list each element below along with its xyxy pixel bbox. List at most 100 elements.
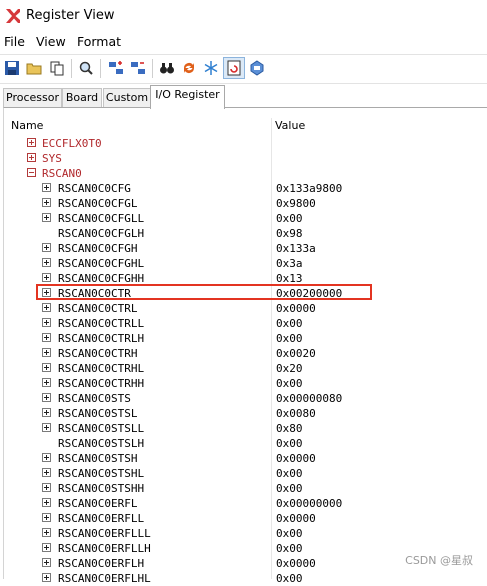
register-value[interactable]: 0x98 bbox=[276, 226, 303, 241]
expand-icon[interactable] bbox=[42, 213, 51, 222]
register-value[interactable]: 0x80 bbox=[276, 421, 303, 436]
menu-file[interactable]: File bbox=[4, 34, 25, 49]
save-icon[interactable] bbox=[2, 58, 22, 78]
realtime-icon[interactable] bbox=[223, 57, 245, 79]
register-value[interactable]: 0x00 bbox=[276, 436, 303, 451]
register-value[interactable]: 0x00 bbox=[276, 481, 303, 496]
tree-group[interactable]: SYS bbox=[4, 151, 487, 166]
register-value[interactable]: 0x0000 bbox=[276, 451, 316, 466]
expand-icon[interactable] bbox=[42, 243, 51, 252]
tree-group[interactable]: ECCFLX0T0 bbox=[4, 136, 487, 151]
register-row[interactable]: RSCAN0C0CFGH 0x133a bbox=[4, 241, 487, 256]
register-tree-panel[interactable]: Name Value ECCFLX0T0 SYS RSCAN0 RSCAN0C0… bbox=[3, 107, 487, 585]
column-header-name[interactable]: Name bbox=[11, 119, 43, 132]
register-row[interactable]: RSCAN0C0CTRL 0x0000 bbox=[4, 301, 487, 316]
expand-icon[interactable] bbox=[42, 363, 51, 372]
expand-icon[interactable] bbox=[42, 258, 51, 267]
binoculars-icon[interactable] bbox=[157, 58, 177, 78]
column-header-value[interactable]: Value bbox=[275, 119, 305, 132]
expand-icon[interactable] bbox=[42, 273, 51, 282]
register-row[interactable]: RSCAN0C0ERFLL 0x0000 bbox=[4, 511, 487, 526]
tab-board[interactable]: Board bbox=[62, 88, 102, 108]
register-value[interactable]: 0x0000 bbox=[276, 556, 316, 571]
tab-io-register[interactable]: I/O Register bbox=[150, 85, 225, 109]
register-value[interactable]: 0x00 bbox=[276, 526, 303, 541]
register-row[interactable]: RSCAN0C0STSLL 0x80 bbox=[4, 421, 487, 436]
register-value[interactable]: 0x00 bbox=[276, 541, 303, 556]
register-row[interactable]: RSCAN0C0CFGLL 0x00 bbox=[4, 211, 487, 226]
register-value[interactable]: 0x00 bbox=[276, 331, 303, 346]
register-row[interactable]: RSCAN0C0STSHL 0x00 bbox=[4, 466, 487, 481]
register-row[interactable]: RSCAN0C0STS 0x00000080 bbox=[4, 391, 487, 406]
snowflake-icon[interactable] bbox=[201, 58, 221, 78]
register-row[interactable]: RSCAN0C0ERFLLL 0x00 bbox=[4, 526, 487, 541]
register-row[interactable]: RSCAN0C0STSH 0x0000 bbox=[4, 451, 487, 466]
remove-register-icon[interactable] bbox=[128, 58, 148, 78]
register-row[interactable]: RSCAN0C0CFGLH 0x98 bbox=[4, 226, 487, 241]
register-row[interactable]: RSCAN0C0CTRHH 0x00 bbox=[4, 376, 487, 391]
expand-icon[interactable] bbox=[42, 198, 51, 207]
options-icon[interactable] bbox=[247, 58, 267, 78]
menu-format[interactable]: Format bbox=[77, 34, 121, 49]
expand-icon[interactable] bbox=[42, 303, 51, 312]
register-name: RSCAN0C0CFGL bbox=[58, 197, 138, 210]
register-row[interactable]: RSCAN0C0STSHH 0x00 bbox=[4, 481, 487, 496]
expand-icon[interactable] bbox=[42, 378, 51, 387]
register-value[interactable]: 0x00 bbox=[276, 466, 303, 481]
register-value[interactable]: 0x133a9800 bbox=[276, 181, 342, 196]
expand-icon[interactable] bbox=[27, 153, 36, 162]
expand-icon[interactable] bbox=[42, 513, 51, 522]
expand-icon[interactable] bbox=[42, 183, 51, 192]
tree-group[interactable]: RSCAN0 bbox=[4, 166, 487, 181]
open-folder-icon[interactable] bbox=[24, 58, 44, 78]
register-value[interactable]: 0x133a bbox=[276, 241, 316, 256]
expand-icon[interactable] bbox=[42, 318, 51, 327]
register-row[interactable]: RSCAN0C0ERFL 0x00000000 bbox=[4, 496, 487, 511]
expand-icon[interactable] bbox=[42, 498, 51, 507]
register-row[interactable]: RSCAN0C0CTRHL 0x20 bbox=[4, 361, 487, 376]
copy-icon[interactable] bbox=[47, 58, 67, 78]
register-row[interactable]: RSCAN0C0CTRLH 0x00 bbox=[4, 331, 487, 346]
register-name: RSCAN0C0ERFLHL bbox=[58, 572, 151, 585]
expand-icon[interactable] bbox=[42, 408, 51, 417]
register-value[interactable]: 0x00 bbox=[276, 211, 303, 226]
expand-icon[interactable] bbox=[42, 558, 51, 567]
expand-icon[interactable] bbox=[42, 333, 51, 342]
register-value[interactable]: 0x9800 bbox=[276, 196, 316, 211]
expand-icon[interactable] bbox=[42, 393, 51, 402]
collapse-icon[interactable] bbox=[27, 168, 36, 177]
register-value[interactable]: 0x20 bbox=[276, 361, 303, 376]
expand-icon[interactable] bbox=[42, 528, 51, 537]
register-value[interactable]: 0x00 bbox=[276, 316, 303, 331]
expand-icon[interactable] bbox=[42, 483, 51, 492]
expand-icon[interactable] bbox=[42, 453, 51, 462]
expand-icon[interactable] bbox=[42, 468, 51, 477]
find-icon[interactable] bbox=[76, 58, 96, 78]
add-register-icon[interactable] bbox=[106, 58, 126, 78]
register-row[interactable]: RSCAN0C0STSL 0x0080 bbox=[4, 406, 487, 421]
register-row[interactable]: RSCAN0C0CFGHL 0x3a bbox=[4, 256, 487, 271]
register-value[interactable]: 0x0000 bbox=[276, 511, 316, 526]
tab-processor[interactable]: Processor bbox=[3, 88, 62, 108]
tab-custom[interactable]: Custom bbox=[103, 88, 151, 108]
refresh-icon[interactable] bbox=[179, 58, 199, 78]
register-row[interactable]: RSCAN0C0CFG 0x133a9800 bbox=[4, 181, 487, 196]
expand-icon[interactable] bbox=[42, 543, 51, 552]
register-row[interactable]: RSCAN0C0CFGL 0x9800 bbox=[4, 196, 487, 211]
register-value[interactable]: 0x0020 bbox=[276, 346, 316, 361]
expand-icon[interactable] bbox=[42, 423, 51, 432]
register-value[interactable]: 0x0080 bbox=[276, 406, 316, 421]
register-value[interactable]: 0x0000 bbox=[276, 301, 316, 316]
register-row[interactable]: RSCAN0C0STSLH 0x00 bbox=[4, 436, 487, 451]
menu-view[interactable]: View bbox=[36, 34, 66, 49]
register-row[interactable]: RSCAN0C0CTRH 0x0020 bbox=[4, 346, 487, 361]
register-value[interactable]: 0x00000080 bbox=[276, 391, 342, 406]
expand-icon[interactable] bbox=[42, 348, 51, 357]
register-value[interactable]: 0x00 bbox=[276, 376, 303, 391]
expand-icon[interactable] bbox=[27, 138, 36, 147]
register-value[interactable]: 0x3a bbox=[276, 256, 303, 271]
register-value[interactable]: 0x00000000 bbox=[276, 496, 342, 511]
register-value[interactable]: 0x00 bbox=[276, 571, 303, 586]
register-row[interactable]: RSCAN0C0ERFLHL 0x00 bbox=[4, 571, 487, 586]
register-row[interactable]: RSCAN0C0CTRLL 0x00 bbox=[4, 316, 487, 331]
